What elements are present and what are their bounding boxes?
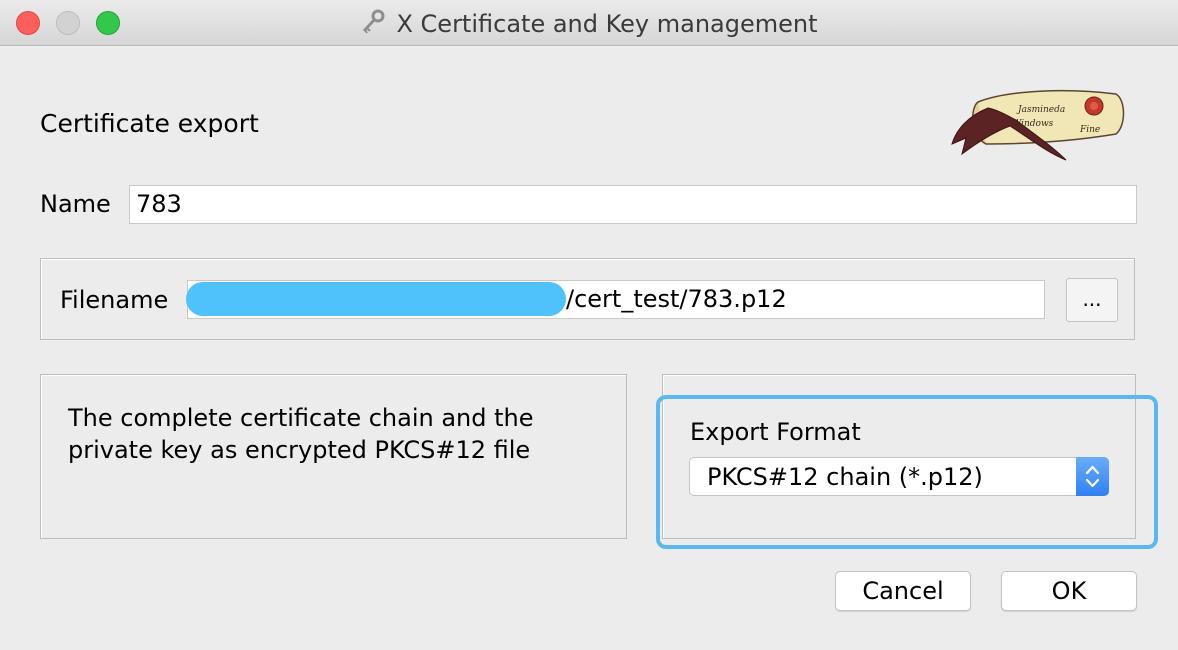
- cancel-button[interactable]: Cancel: [835, 571, 971, 611]
- page-title: Certificate export: [40, 109, 259, 138]
- title-bar[interactable]: X Certificate and Key management: [0, 0, 1178, 46]
- chevron-up-down-icon: [1085, 465, 1100, 488]
- svg-text:Fine: Fine: [1079, 125, 1100, 135]
- key-icon: [360, 9, 386, 41]
- select-stepper[interactable]: [1076, 457, 1109, 496]
- svg-text:Jasmineda: Jasmineda: [1016, 105, 1065, 115]
- scroll-logo-icon: Jasmineda Windows Fine: [948, 86, 1126, 168]
- window-title: X Certificate and Key management: [0, 9, 1178, 41]
- export-format-value: PKCS#12 chain (*.p12): [707, 463, 983, 491]
- redacted-path-prefix: [186, 282, 566, 316]
- filename-label: Filename: [60, 286, 169, 314]
- window-title-text: X Certificate and Key management: [396, 10, 818, 38]
- filename-value: /cert_test/783.p12: [566, 285, 787, 313]
- svg-text:Windows: Windows: [1012, 119, 1054, 129]
- name-label: Name: [40, 190, 111, 218]
- browse-button[interactable]: ...: [1066, 278, 1118, 322]
- ok-button[interactable]: OK: [1001, 571, 1137, 611]
- dialog-window: X Certificate and Key management Certifi…: [0, 0, 1178, 650]
- export-format-label: Export Format: [690, 418, 861, 446]
- export-format-select[interactable]: PKCS#12 chain (*.p12): [689, 457, 1109, 496]
- format-description: The complete certificate chain and the p…: [68, 404, 534, 464]
- name-field[interactable]: 783: [129, 185, 1137, 224]
